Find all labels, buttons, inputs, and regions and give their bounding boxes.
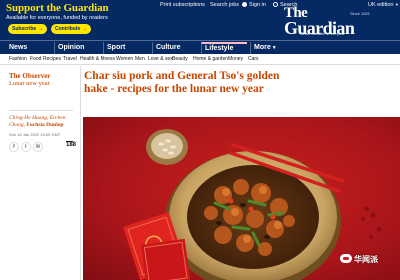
chevron-down-icon: ▼ — [271, 45, 277, 51]
subnav-item-fashion[interactable]: Fashion — [9, 56, 27, 62]
subnav: Fashion Food Recipes Travel Health & fit… — [0, 54, 400, 65]
search-icon — [273, 2, 278, 7]
subnav-item-travel[interactable]: Travel — [63, 56, 77, 62]
subnav-item-women[interactable]: Women — [116, 56, 133, 62]
support-subtitle: Available for everyone, funded by reader… — [6, 15, 108, 21]
since-text: Since 1821 — [350, 11, 371, 16]
column-divider — [80, 66, 81, 280]
subnav-item-recipes[interactable]: Recipes — [43, 56, 61, 62]
watermark: 华闻派 — [340, 254, 378, 265]
pillar-nav: News Opinion Sport Culture Lifestyle Mor… — [0, 40, 400, 55]
subnav-item-cars[interactable]: Cars — [248, 56, 259, 62]
search-jobs-link[interactable]: Search jobs — [210, 2, 239, 8]
watermark-text: 华闻派 — [354, 255, 378, 264]
subnav-item-food[interactable]: Food — [30, 56, 41, 62]
pillar-more-label: More — [254, 44, 271, 51]
subscribe-button[interactable]: Subscribe → — [8, 24, 48, 34]
edition-selector[interactable]: UK edition ▼ — [368, 2, 399, 8]
arrow-right-icon: → — [82, 26, 88, 32]
masthead: Support the Guardian Available for every… — [0, 0, 400, 40]
publish-date: Sun 16 Jan 2022 10:00 GMT — [9, 132, 61, 137]
award-text: News website of the year — [300, 31, 345, 36]
sign-in-link[interactable]: Sign in — [242, 2, 266, 8]
comment-count[interactable]: 188 — [66, 142, 76, 148]
subscribe-label: Subscribe — [12, 26, 37, 32]
contribute-button[interactable]: Contribute → — [51, 24, 92, 34]
chevron-down-icon: ▼ — [394, 2, 399, 7]
user-icon — [242, 2, 247, 7]
byline: Ching-He Huang, Ercben Chang, Fuchsia Du… — [9, 115, 79, 129]
chat-bubble-icon — [340, 254, 352, 263]
subnav-item-money[interactable]: Money — [228, 56, 243, 62]
email-icon[interactable]: ✉ — [33, 142, 43, 152]
series-title[interactable]: The Observer — [9, 72, 50, 80]
subnav-item-beauty[interactable]: Beauty — [172, 56, 188, 62]
byline-photographer[interactable]: Fuchsia Dunlop — [26, 122, 63, 128]
contribute-label: Contribute — [55, 26, 81, 32]
series-subtitle[interactable]: Lunar new year — [9, 80, 50, 87]
edition-label: UK edition — [368, 2, 394, 8]
article-headline: Char siu pork and General Tso's golden h… — [84, 70, 280, 95]
subnav-item-home-garden[interactable]: Home & garden — [193, 56, 228, 62]
subnav-item-health-fitness[interactable]: Health & fitness — [80, 56, 115, 62]
subnav-item-love-sex[interactable]: Love & sex — [148, 56, 173, 62]
meta-divider — [9, 110, 73, 111]
twitter-icon[interactable]: t — [21, 142, 31, 152]
arrow-right-icon: → — [38, 26, 44, 32]
facebook-icon[interactable]: f — [9, 142, 19, 152]
subnav-item-men[interactable]: Men — [135, 56, 145, 62]
sign-in-label: Sign in — [249, 2, 266, 8]
print-subscriptions-link[interactable]: Print subscriptions — [160, 2, 205, 8]
support-title: Support the Guardian — [6, 2, 109, 14]
